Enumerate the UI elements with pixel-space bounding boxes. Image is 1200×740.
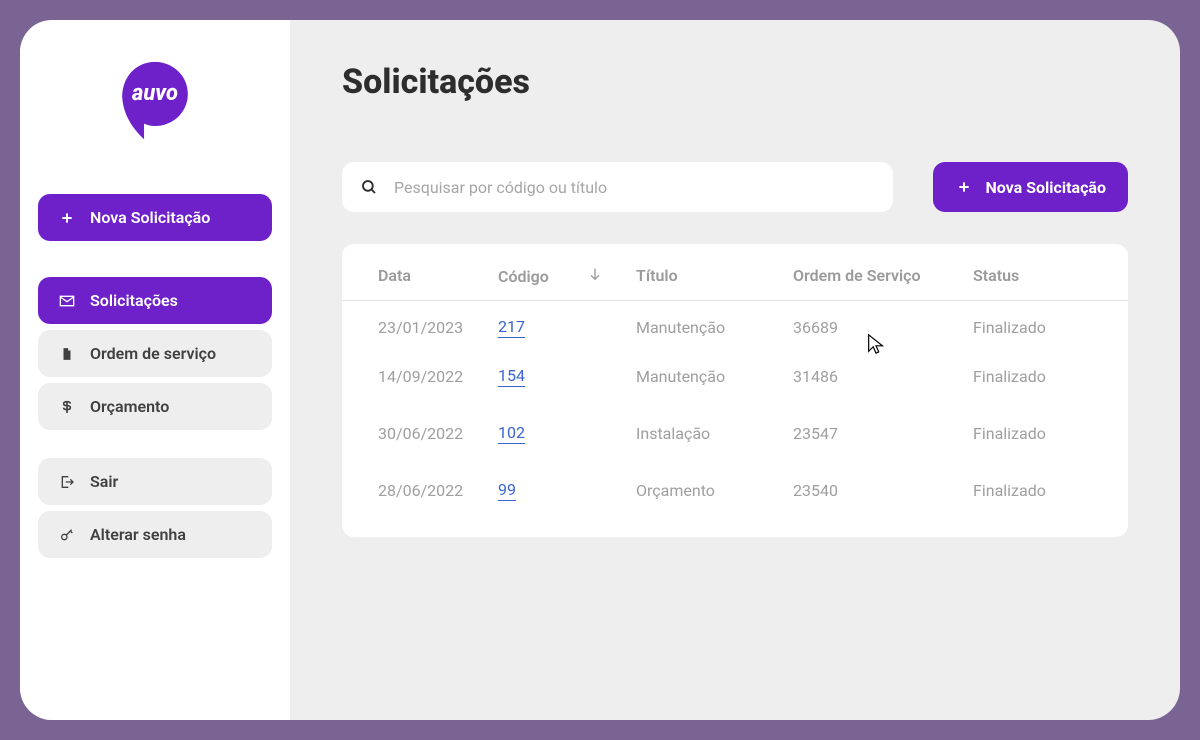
- sidebar-item-label: Ordem de serviço: [90, 344, 216, 363]
- search-input[interactable]: [394, 178, 875, 197]
- cell-titulo: Manutenção: [636, 367, 793, 386]
- plus-icon: [58, 209, 76, 227]
- header-ordem[interactable]: Ordem de Serviço: [793, 266, 973, 286]
- toolbar: Nova Solicitação: [342, 162, 1128, 212]
- document-icon: [58, 345, 76, 363]
- cell-status: Finalizado: [973, 481, 1092, 500]
- table-row: 30/06/2022102 Instalação23547Finalizado: [342, 399, 1128, 456]
- cell-ordem: 31486: [793, 367, 973, 386]
- page-title: Solicitações: [342, 62, 1128, 102]
- sidebar-footer-label: Sair: [90, 472, 118, 491]
- footer-section: Sair Alterar senha: [38, 458, 272, 558]
- svg-text:auvo: auvo: [132, 81, 178, 106]
- cell-ordem: 23547: [793, 424, 973, 443]
- codigo-link[interactable]: 99: [498, 480, 516, 501]
- sidebar-item-ordem-de-serviço[interactable]: Ordem de serviço: [38, 330, 272, 377]
- new-request-main-label: Nova Solicitação: [985, 178, 1106, 197]
- table-row: 23/01/2023217 Manutenção36689Finalizado: [342, 301, 1128, 350]
- envelope-icon: [58, 292, 76, 310]
- sort-arrow-down-icon[interactable]: [587, 266, 603, 286]
- key-icon: [58, 526, 76, 544]
- codigo-link[interactable]: 102: [498, 423, 525, 444]
- new-request-label: Nova Solicitação: [90, 208, 210, 227]
- header-codigo[interactable]: Código: [498, 266, 636, 286]
- search-box[interactable]: [342, 162, 893, 212]
- cell-titulo: Manutenção: [636, 318, 793, 337]
- cell-titulo: Orçamento: [636, 481, 793, 500]
- nav-section: Solicitações Ordem de serviço Orçamento: [38, 277, 272, 430]
- sidebar-item-orçamento[interactable]: Orçamento: [38, 383, 272, 430]
- codigo-link[interactable]: 154: [498, 366, 525, 387]
- header-data[interactable]: Data: [378, 266, 498, 286]
- sidebar-item-solicitações[interactable]: Solicitações: [38, 277, 272, 324]
- new-request-button[interactable]: Nova Solicitação: [38, 194, 272, 241]
- codigo-link[interactable]: 217: [498, 317, 525, 338]
- new-request-button-main[interactable]: Nova Solicitação: [933, 162, 1128, 212]
- table-row: 14/09/2022154 Manutenção31486Finalizado: [342, 350, 1128, 399]
- cell-ordem: 36689: [793, 318, 973, 337]
- logout-icon: [58, 473, 76, 491]
- table-body: 23/01/2023217Manutenção36689Finalizado14…: [342, 301, 1128, 513]
- search-icon: [360, 178, 378, 196]
- cell-data: 30/06/2022: [378, 424, 498, 443]
- sidebar-footer-alterar-senha[interactable]: Alterar senha: [38, 511, 272, 558]
- sidebar: auvo Nova Solicitação Solicitações Ordem …: [20, 20, 290, 720]
- cell-status: Finalizado: [973, 318, 1092, 337]
- header-titulo[interactable]: Título: [636, 266, 793, 286]
- requests-table: Data Código Título Ordem de Serviço Stat…: [342, 244, 1128, 537]
- cell-titulo: Instalação: [636, 424, 793, 443]
- table-header: Data Código Título Ordem de Serviço Stat…: [342, 252, 1128, 301]
- header-status[interactable]: Status: [973, 266, 1092, 286]
- cell-status: Finalizado: [973, 367, 1092, 386]
- sidebar-item-label: Solicitações: [90, 291, 178, 310]
- dollar-icon: [58, 398, 76, 416]
- cell-data: 28/06/2022: [378, 481, 498, 500]
- cell-status: Finalizado: [973, 424, 1092, 443]
- cell-ordem: 23540: [793, 481, 973, 500]
- sidebar-footer-sair[interactable]: Sair: [38, 458, 272, 505]
- brand-logo: auvo: [38, 58, 272, 144]
- cell-data: 14/09/2022: [378, 367, 498, 386]
- plus-icon: [955, 178, 973, 196]
- table-row: 28/06/202299 Orçamento23540Finalizado: [342, 456, 1128, 513]
- main-content: Solicitações Nova Solicitação Data: [290, 20, 1180, 720]
- app-window: auvo Nova Solicitação Solicitações Ordem …: [20, 20, 1180, 720]
- sidebar-item-label: Orçamento: [90, 397, 169, 416]
- sidebar-footer-label: Alterar senha: [90, 525, 186, 544]
- cell-data: 23/01/2023: [378, 318, 498, 337]
